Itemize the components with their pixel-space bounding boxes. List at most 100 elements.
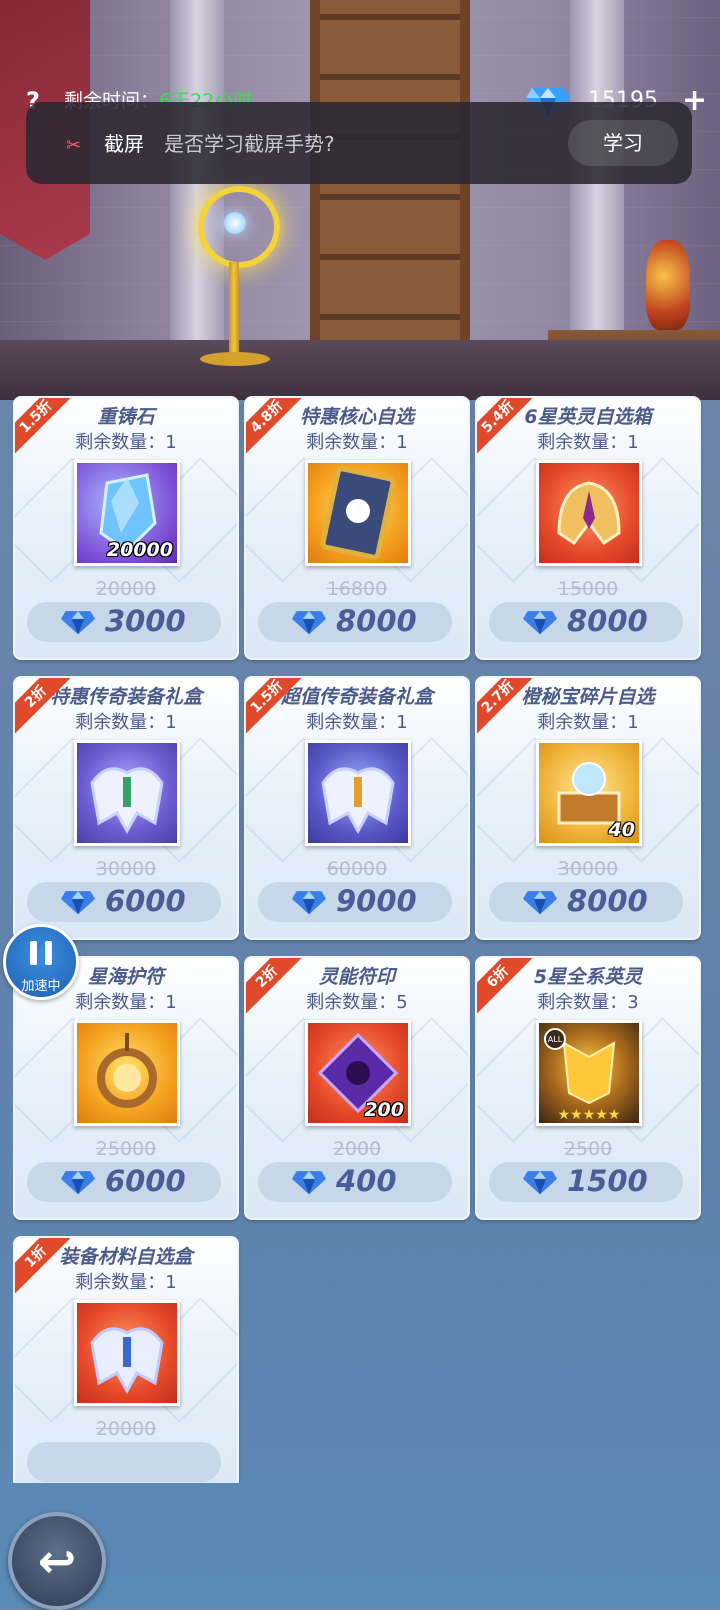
- buy-button[interactable]: 8000: [489, 882, 683, 922]
- helmet-shape: [557, 481, 621, 546]
- stock-value: 3: [627, 992, 639, 1013]
- diamond-icon: [61, 891, 95, 915]
- stock-label: 剩余数量：: [306, 712, 397, 733]
- item-icon: [305, 460, 411, 566]
- original-price: 20000: [95, 578, 157, 600]
- shop-card[interactable]: 1.5折 重铸石 剩余数量：1 20000 20000 3000: [13, 396, 239, 660]
- stock-count: 剩余数量：5: [246, 988, 468, 1014]
- library-background: [0, 0, 720, 400]
- buy-button[interactable]: 1500: [489, 1162, 683, 1202]
- armor-shape: [321, 767, 395, 835]
- learn-button[interactable]: 学习: [568, 120, 678, 166]
- stock-label: 剩余数量：: [306, 432, 397, 453]
- original-price: 60000: [326, 858, 388, 880]
- stock-label: 剩余数量：: [75, 992, 166, 1013]
- item-icon: [74, 1300, 180, 1406]
- price: 6000: [105, 1164, 186, 1198]
- item-name: 星海护符: [87, 966, 164, 988]
- buy-button[interactable]: 400: [258, 1162, 452, 1202]
- buy-button[interactable]: 6000: [27, 1162, 221, 1202]
- stock-label: 剩余数量：: [75, 712, 166, 733]
- shop-card[interactable]: 5.4折 6星英灵自选箱 剩余数量：1 15000 8000: [475, 396, 701, 660]
- bookshelf: [310, 0, 470, 380]
- price: 8000: [567, 604, 648, 638]
- back-arrow-icon: ↩: [37, 1534, 77, 1588]
- price: 6000: [105, 884, 186, 918]
- stock-count: 剩余数量：1: [477, 428, 699, 454]
- buy-button[interactable]: [27, 1442, 221, 1482]
- item-icon: [74, 740, 180, 846]
- shop-card[interactable]: 1.5折 超值传奇装备礼盒 剩余数量：1 60000 9000: [244, 676, 470, 940]
- card-shape: [320, 466, 396, 560]
- stock-label: 剩余数量：: [75, 1272, 166, 1293]
- diamond-icon: [61, 611, 95, 635]
- shop-card[interactable]: 星海护符 剩余数量：1 25000 6000: [13, 956, 239, 1220]
- astrolabe-base: [200, 352, 270, 366]
- item-quantity: 40: [608, 819, 635, 841]
- toast-title: 截屏: [104, 132, 144, 156]
- stock-count: 剩余数量：1: [246, 708, 468, 734]
- original-price: 2500: [563, 1138, 613, 1160]
- stock-count: 剩余数量：1: [15, 428, 237, 454]
- stock-count: 剩余数量：1: [15, 1268, 237, 1294]
- original-price: 2000: [332, 1138, 382, 1160]
- item-icon: [536, 460, 642, 566]
- stock-count: 剩余数量：1: [246, 428, 468, 454]
- stock-label: 剩余数量：: [537, 992, 628, 1013]
- stock-label: 剩余数量：: [75, 432, 166, 453]
- shop-card[interactable]: 1折 装备材料自选盒 剩余数量：1 20000: [13, 1236, 239, 1483]
- original-price: 30000: [95, 858, 157, 880]
- diamond-icon: [523, 891, 557, 915]
- stock-count: 剩余数量：1: [477, 708, 699, 734]
- stock-value: 1: [627, 712, 639, 733]
- stock-count: 剩余数量：3: [477, 988, 699, 1014]
- original-price: 20000: [95, 1418, 157, 1440]
- original-price: 16800: [326, 578, 388, 600]
- stock-value: 1: [396, 432, 408, 453]
- stock-count: 剩余数量：1: [15, 708, 237, 734]
- buy-button[interactable]: 8000: [258, 602, 452, 642]
- toast-message: 是否学习截屏手势?: [164, 132, 335, 156]
- amulet-shape: [97, 1033, 157, 1108]
- buy-button[interactable]: 3000: [27, 602, 221, 642]
- buy-button[interactable]: 8000: [489, 602, 683, 642]
- floor: [0, 340, 720, 400]
- price: 8000: [567, 884, 648, 918]
- item-quantity: 200: [364, 1099, 404, 1121]
- shop-card[interactable]: 4.8折 特惠核心自选 剩余数量：1 16800 8000: [244, 396, 470, 660]
- item-icon: [74, 1020, 180, 1126]
- shop-card[interactable]: 2折 特惠传奇装备礼盒 剩余数量：1 30000 6000: [13, 676, 239, 940]
- diamond-icon: [61, 1171, 95, 1195]
- item-icon: 40: [536, 740, 642, 846]
- buy-button[interactable]: 9000: [258, 882, 452, 922]
- shop-card[interactable]: 2折 灵能符印 剩余数量：5 200 2000 400: [244, 956, 470, 1220]
- stock-value: 5: [396, 992, 408, 1013]
- price: 400: [336, 1164, 397, 1198]
- stock-label: 剩余数量：: [537, 432, 628, 453]
- diamond-icon: [292, 611, 326, 635]
- price: 1500: [567, 1164, 648, 1198]
- original-price: 30000: [557, 858, 619, 880]
- stock-value: 1: [627, 432, 639, 453]
- diamond-icon: [523, 611, 557, 635]
- buy-button[interactable]: 6000: [27, 882, 221, 922]
- price: 3000: [105, 604, 186, 638]
- stock-label: 剩余数量：: [537, 712, 628, 733]
- stock-value: 1: [396, 712, 408, 733]
- back-button[interactable]: ↩: [8, 1512, 106, 1610]
- scissors-icon: ✂: [66, 135, 82, 156]
- diamond-icon: [292, 891, 326, 915]
- item-icon: 200: [305, 1020, 411, 1126]
- mask-shape: ALL ★★★★★: [544, 1028, 620, 1123]
- stock-value: 1: [165, 992, 177, 1013]
- shop-card[interactable]: 2.7折 橙秘宝碎片自选 剩余数量：1 40 30000 8000: [475, 676, 701, 940]
- item-icon: ALL ★★★★★: [536, 1020, 642, 1126]
- astrolabe-orb: [224, 212, 246, 234]
- stock-value: 1: [165, 712, 177, 733]
- stock-value: 1: [165, 1272, 177, 1293]
- armor-shape: [90, 767, 164, 835]
- shop-card[interactable]: 6折 5星全系英灵 剩余数量：3 ALL ★★★★★ 2500 1500: [475, 956, 701, 1220]
- item-icon: 20000: [74, 460, 180, 566]
- price: 9000: [336, 884, 417, 918]
- original-price: 25000: [95, 1138, 157, 1160]
